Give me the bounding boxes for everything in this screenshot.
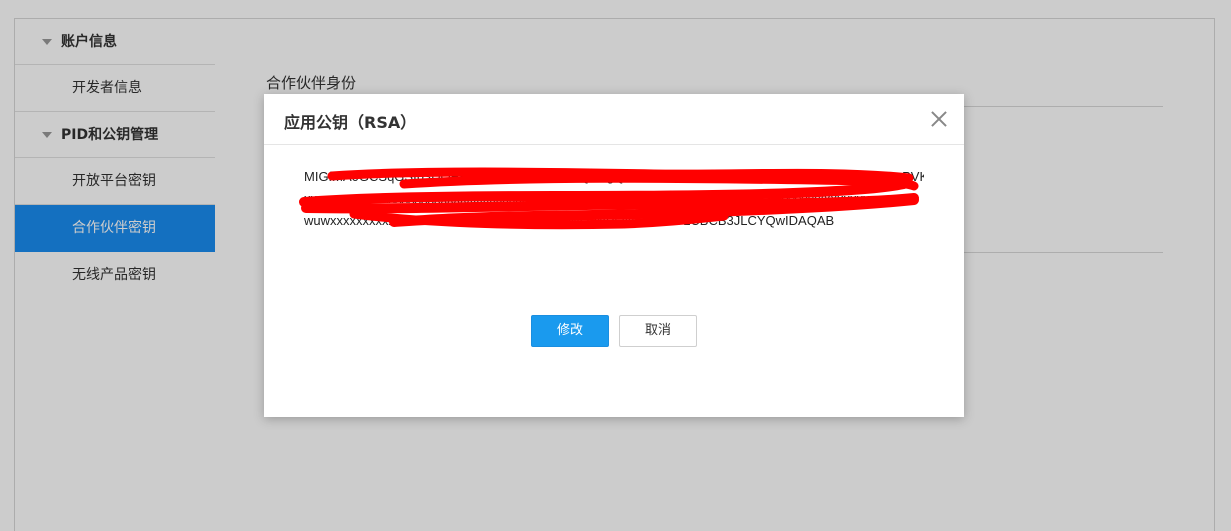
modify-button[interactable]: 修改 — [531, 315, 609, 347]
key-line: xxxxxxxxxxxxxxxxxxxxxxxxxxxxxxxxxxxxxxxx… — [304, 191, 889, 206]
cancel-button[interactable]: 取消 — [619, 315, 697, 347]
public-key-text: MIGfMA0GCSqGSIb3DQEBAQUAA4GNADCBiQKBgQDx… — [304, 166, 924, 236]
key-line: MIGfMA0GCSqGSIb3DQEBAQUAA4GNADCBiQKBgQDx… — [304, 169, 924, 184]
close-icon[interactable] — [928, 108, 950, 130]
dialog-header: 应用公钥（RSA） — [264, 94, 964, 145]
dialog-title: 应用公钥（RSA） — [284, 113, 417, 132]
public-key-dialog: 应用公钥（RSA） MIGfMA0GCSqGSIb3DQEBAQUAA4GNAD… — [264, 94, 964, 417]
key-line: wuwxxxxxxxxxxxxxxxxxxxxxxxxxxxxxxxxxxxxI… — [304, 213, 835, 228]
